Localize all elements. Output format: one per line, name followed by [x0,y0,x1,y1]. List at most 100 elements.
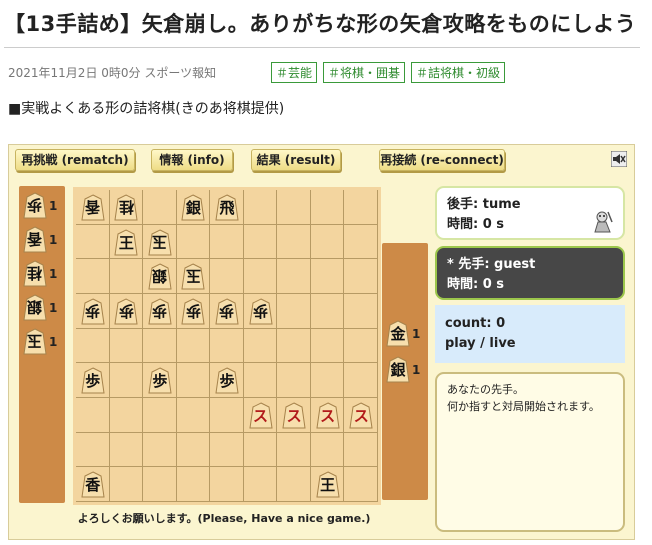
board-piece[interactable]: 歩 [181,298,206,325]
board-piece[interactable]: ス [282,402,306,429]
board-square[interactable] [109,467,144,502]
board-square[interactable] [143,398,177,433]
board-piece[interactable]: 銀 [181,194,206,221]
board-square[interactable] [176,328,211,364]
board-square[interactable] [176,363,211,398]
board-square[interactable] [344,259,378,294]
shogi-board[interactable]: 香桂銀飛王玉銀玉歩歩歩歩歩歩歩歩歩スススス香王 [73,187,381,505]
board-square[interactable] [176,467,211,502]
board-square[interactable] [76,432,110,468]
gote-hand-piece[interactable]: 銀 [23,294,47,321]
board-square[interactable] [344,432,378,468]
board-square[interactable] [277,328,311,364]
board-square[interactable] [277,294,311,329]
board-square[interactable] [243,328,278,364]
gote-hand-piece[interactable]: 歩 [23,192,47,219]
board-piece[interactable]: 歩 [81,298,105,325]
board-square[interactable] [109,398,144,433]
player-avatar-icon [590,208,616,234]
sente-hand-piece[interactable]: 金 [386,320,410,347]
rematch-button[interactable]: 再挑戦 (rematch) [15,149,135,171]
board-square[interactable] [109,363,144,398]
board-square[interactable] [176,398,211,433]
board-square[interactable] [143,467,177,502]
board-square[interactable] [176,432,211,468]
board-piece[interactable]: ス [349,402,373,429]
board-piece[interactable]: 歩 [215,298,239,325]
board-square[interactable] [310,328,345,364]
result-button[interactable]: 結果 (result) [251,149,341,171]
board-square[interactable] [210,224,244,260]
board-square[interactable] [344,294,378,329]
board-piece[interactable]: 歩 [114,298,138,325]
board-square[interactable] [76,259,110,294]
board-piece[interactable]: 桂 [114,194,138,221]
board-piece[interactable]: ス [316,402,340,429]
board-square[interactable] [109,328,144,364]
board-square[interactable] [243,432,278,468]
board-square[interactable] [143,190,177,225]
board-square[interactable] [310,259,345,294]
board-square[interactable] [210,328,244,364]
board-piece[interactable]: 歩 [81,367,105,394]
board-square[interactable] [143,328,177,364]
board-square[interactable] [277,259,311,294]
board-square[interactable] [277,224,311,260]
board-piece[interactable]: 王 [316,471,340,498]
board-square[interactable] [243,224,278,260]
board-square[interactable] [210,432,244,468]
info-button[interactable]: 情報 (info) [151,149,233,171]
tag-shogi-go[interactable]: ＃将棋・囲碁 [323,62,406,83]
board-piece[interactable]: 歩 [148,298,172,325]
gote-hand-piece[interactable]: 香 [23,226,47,253]
board-square[interactable] [344,363,378,398]
board-square[interactable] [109,432,144,468]
board-piece[interactable]: ス [248,402,273,429]
board-square[interactable] [76,224,110,260]
board-square[interactable] [143,432,177,468]
board-piece[interactable]: 王 [114,228,138,256]
figure-caption: ■実戦よくある形の詰将棋(きのあ将棋提供) [8,101,285,117]
board-piece[interactable]: 歩 [148,367,172,394]
board-piece[interactable]: 香 [81,194,105,221]
board-square[interactable] [243,259,278,294]
board-square[interactable] [344,467,378,502]
board-square[interactable] [210,259,244,294]
board-square[interactable] [210,398,244,433]
board-square[interactable] [310,224,345,260]
sente-hand-count: 1 [412,326,421,341]
reconnect-button[interactable]: 再接続 (re-connect) [379,149,505,171]
board-square[interactable] [344,224,378,260]
board-square[interactable] [310,294,345,329]
board-piece[interactable]: 歩 [248,298,273,325]
gote-hand-piece[interactable]: 玉 [23,328,47,355]
board-square[interactable] [277,190,311,225]
board-piece[interactable]: 香 [81,471,105,498]
board-piece[interactable]: 玉 [181,263,206,290]
board-square[interactable] [277,467,311,502]
board-piece[interactable]: 歩 [215,367,239,394]
board-square[interactable] [310,432,345,468]
board-piece[interactable]: 玉 [148,228,172,256]
board-square[interactable] [243,467,278,502]
board-square[interactable] [310,190,345,225]
board-piece[interactable]: 銀 [148,263,172,290]
gote-hand-piece[interactable]: 桂 [23,260,47,287]
board-piece[interactable]: 飛 [215,194,239,221]
tag-tsume-shogi[interactable]: ＃詰将棋・初級 [411,62,506,83]
sente-hand-piece[interactable]: 銀 [386,356,410,383]
board-square[interactable] [76,328,110,364]
speaker-muted-icon[interactable] [610,150,628,168]
board-square[interactable] [176,224,211,260]
tag-entertainment[interactable]: ＃芸能 [271,62,318,83]
board-square[interactable] [277,363,311,398]
board-square[interactable] [344,190,378,225]
board-square[interactable] [109,259,144,294]
board-square[interactable] [344,328,378,364]
board-square[interactable] [210,467,244,502]
board-square[interactable] [243,190,278,225]
board-square[interactable] [76,398,110,433]
board-square[interactable] [277,432,311,468]
board-square[interactable] [243,363,278,398]
board-square[interactable] [310,363,345,398]
